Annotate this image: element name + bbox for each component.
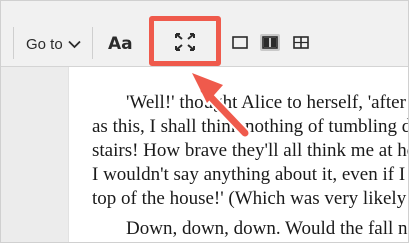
two-column-layout-button[interactable]: [260, 34, 280, 51]
two-page-layout-button[interactable]: [291, 34, 311, 51]
book-text-line: Down, down, down. Would the fall never c…: [126, 218, 408, 239]
goto-label: Go to: [26, 35, 63, 53]
toolbar-divider: [92, 27, 93, 59]
book-text-line: I wouldn't say anything about it, even i…: [92, 164, 408, 185]
reader-sidebar: [1, 67, 69, 242]
reader-window: Go to Aa 'Well!' thought Alice to hersel…: [0, 0, 409, 243]
text-options-button[interactable]: Aa: [108, 31, 133, 57]
book-text-line: as this, I shall think nothing of tumbli…: [92, 116, 409, 137]
toolbar-divider: [13, 27, 14, 59]
goto-button[interactable]: Go to: [26, 33, 81, 55]
book-text-line: 'Well!' thought Alice to herself, 'after…: [126, 92, 408, 113]
single-column-layout-button[interactable]: [230, 34, 250, 51]
text-options-label: Aa: [108, 34, 133, 54]
book-page: 'Well!' thought Alice to herself, 'after…: [70, 67, 409, 242]
highlight-box: [149, 16, 221, 66]
book-text-line: stairs! How brave they'll all think me a…: [92, 140, 408, 161]
book-text-line: top of the house!' (Which was very likel…: [92, 188, 408, 209]
two-column-icon: [262, 36, 278, 49]
single-column-icon: [232, 36, 248, 49]
reader-toolbar: Go to Aa: [1, 1, 408, 67]
chevron-down-icon: [68, 40, 81, 48]
two-page-icon: [293, 36, 309, 49]
